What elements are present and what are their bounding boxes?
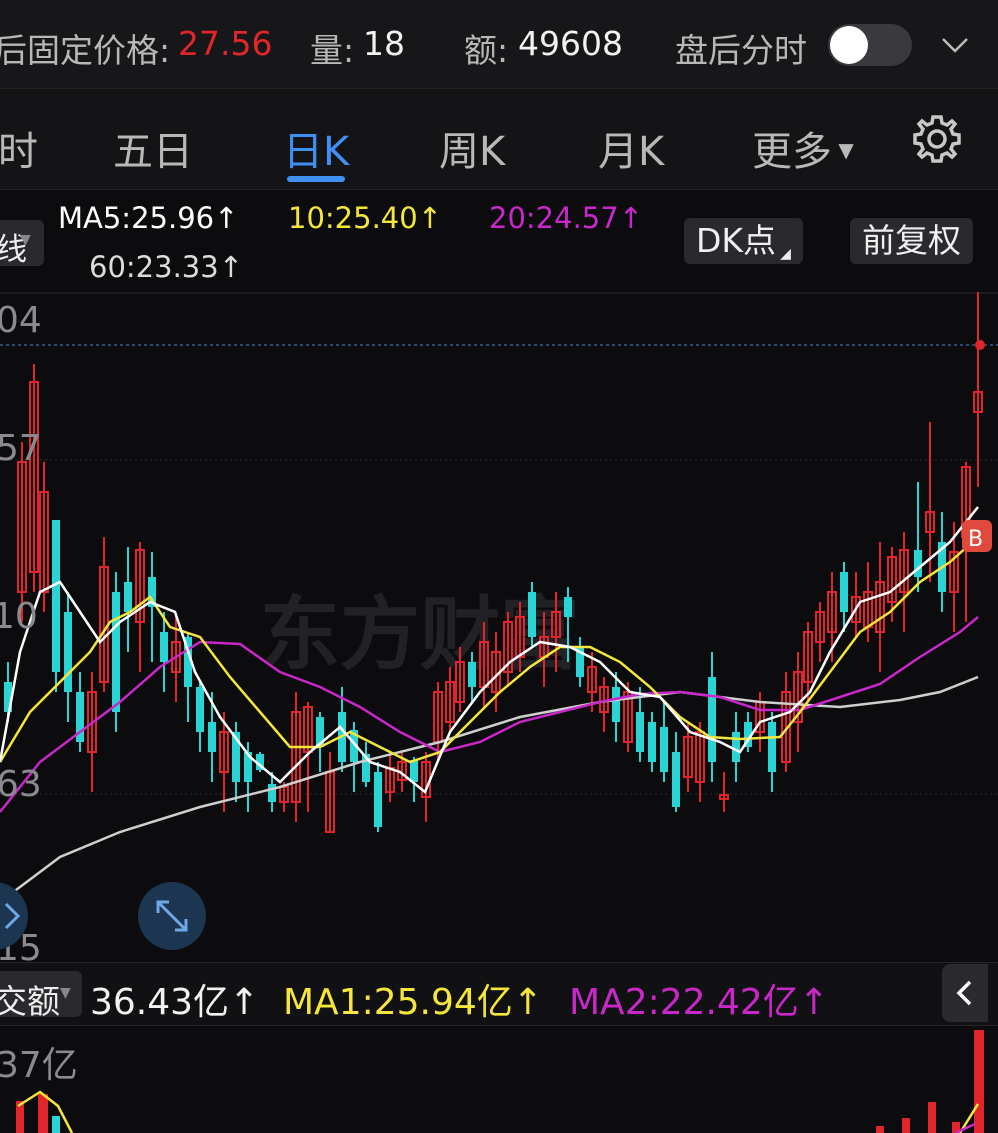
caret-down-icon: ▼ bbox=[832, 138, 854, 162]
candles bbox=[4, 292, 983, 833]
candle-body bbox=[374, 772, 382, 827]
period-tabs: 时 五日 日K 周K 月K 更多 ▼ bbox=[0, 89, 998, 190]
tab-more[interactable]: 更多 ▼ bbox=[752, 119, 854, 177]
ma10-value: 10:25.40↑ bbox=[288, 201, 442, 235]
dk-point-label: DK点 bbox=[696, 221, 777, 260]
volume-bar bbox=[902, 1118, 910, 1133]
candle-body bbox=[528, 592, 536, 637]
candle-body bbox=[636, 712, 644, 752]
y-axis-top: 04 bbox=[0, 300, 42, 341]
caret-down-icon: ▼ bbox=[60, 985, 71, 1001]
scroll-left-button[interactable] bbox=[0, 882, 28, 950]
amount-label: 额: bbox=[464, 31, 509, 70]
candle-body bbox=[160, 632, 168, 662]
tab-weekly-k[interactable]: 周K bbox=[439, 119, 505, 177]
volume-bar bbox=[974, 1030, 984, 1133]
candle-body bbox=[732, 732, 740, 762]
gear-icon[interactable] bbox=[910, 112, 964, 166]
expand-arrows-icon bbox=[156, 900, 188, 932]
dk-point-button[interactable]: DK点 ◢ bbox=[684, 218, 803, 264]
volume-bar bbox=[52, 1116, 60, 1133]
volume-ma2: MA2:22.42亿↑ bbox=[569, 982, 829, 1023]
candle-body bbox=[840, 572, 848, 612]
adjust-button[interactable]: 前复权 bbox=[850, 218, 973, 264]
tab-daily-k[interactable]: 日K bbox=[283, 119, 349, 177]
candle-body bbox=[564, 597, 572, 617]
buy-marker-label: B bbox=[968, 527, 983, 552]
volume-indicator-bar: 交额 ▼ 36.43亿↑ MA1:25.94亿↑ MA2:22.42亿↑ bbox=[0, 962, 998, 1026]
candle-body bbox=[660, 727, 668, 772]
tab-monthly-k[interactable]: 月K bbox=[598, 119, 664, 177]
candle-body bbox=[914, 550, 922, 577]
volume-value: 36.43亿↑ bbox=[90, 982, 260, 1023]
volume-bar bbox=[876, 1126, 884, 1133]
y-axis-mid1: 57 bbox=[0, 428, 42, 469]
candle-body bbox=[648, 722, 656, 762]
fullscreen-button[interactable] bbox=[138, 882, 206, 950]
active-tab-indicator bbox=[287, 176, 345, 182]
collapse-panel-button[interactable] bbox=[942, 964, 988, 1022]
chevron-left-icon bbox=[956, 980, 972, 1006]
y-axis-mid2: 10 bbox=[0, 596, 38, 637]
after-hours-label: 后固定价格: bbox=[0, 31, 171, 70]
intraday-label: 盘后分时 bbox=[675, 31, 807, 70]
volume-value: 18 bbox=[363, 24, 405, 63]
candle-body bbox=[768, 722, 776, 772]
volume-chart bbox=[16, 1030, 984, 1133]
candle-body bbox=[112, 592, 120, 712]
candle-body bbox=[410, 760, 418, 782]
volume-type-label: 交额 bbox=[0, 982, 60, 1021]
tab-intraday[interactable]: 时 bbox=[0, 119, 38, 177]
corner-triangle-icon: ◢ bbox=[780, 246, 791, 262]
toggle-knob bbox=[830, 26, 868, 64]
tab-more-label: 更多 bbox=[752, 129, 832, 175]
caret-down-icon: ▼ bbox=[20, 232, 31, 248]
candle-body bbox=[612, 687, 620, 722]
volume-type-selector[interactable]: 交额 ▼ bbox=[0, 971, 82, 1021]
chart-type-selector[interactable]: 线 ▼ bbox=[0, 220, 44, 268]
ma5-value: MA5:25.96↑ bbox=[58, 201, 239, 235]
candle-body bbox=[268, 784, 276, 802]
volume-ma1: MA1:25.94亿↑ bbox=[283, 982, 543, 1023]
volume-bar bbox=[928, 1102, 936, 1133]
after-hours-price: 27.56 bbox=[178, 24, 273, 63]
volume-label: 量: bbox=[310, 31, 355, 70]
candle-body bbox=[708, 677, 716, 762]
diamond-icon bbox=[4, 902, 21, 930]
candle-body bbox=[196, 687, 204, 732]
candle-body bbox=[124, 582, 132, 612]
candle-body bbox=[52, 520, 60, 672]
after-hours-toggle[interactable] bbox=[828, 24, 912, 66]
y-axis-mid3: 63 bbox=[0, 764, 42, 805]
ma60-value: 60:23.33↑ bbox=[89, 250, 243, 284]
candle-body bbox=[468, 662, 476, 687]
amount-value: 49608 bbox=[518, 24, 623, 63]
kline-chart[interactable]: 东方财富 B bbox=[0, 292, 998, 960]
latest-price-dot bbox=[975, 340, 985, 350]
chevron-down-icon[interactable] bbox=[940, 30, 970, 60]
candle-body bbox=[64, 612, 72, 692]
ma20-value: 20:24.57↑ bbox=[489, 201, 643, 235]
volume-bar bbox=[38, 1094, 48, 1133]
ma60-line bbox=[0, 675, 979, 903]
tab-five-day[interactable]: 五日 bbox=[113, 119, 193, 177]
ma-lines bbox=[0, 506, 979, 903]
candle-body bbox=[672, 752, 680, 807]
candle-body bbox=[208, 722, 216, 752]
